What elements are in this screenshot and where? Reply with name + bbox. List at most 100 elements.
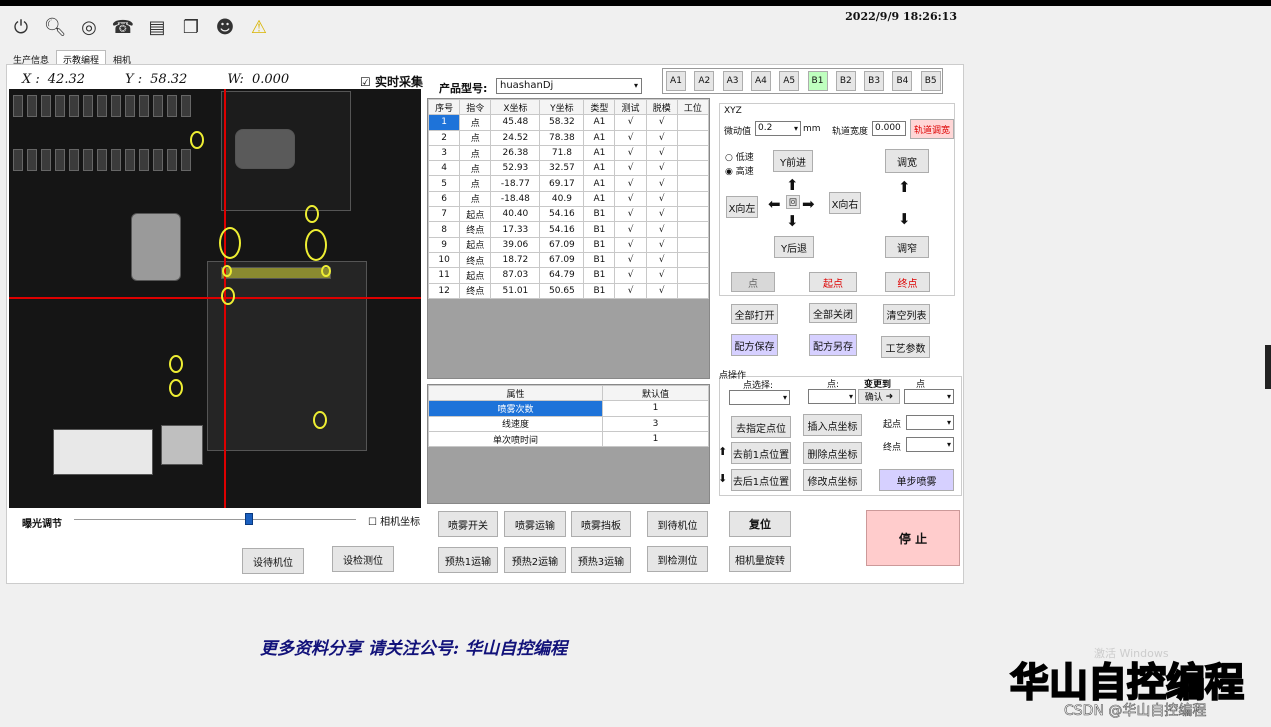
table-cell[interactable]: √ <box>645 190 678 208</box>
y-forward-button[interactable]: Y前进 <box>773 150 813 172</box>
track-adjust-button[interactable]: 轨道调宽 <box>910 119 954 139</box>
table-cell[interactable]: -18.48 <box>490 190 541 208</box>
table-cell[interactable]: 点 <box>459 129 492 146</box>
to-wait-button[interactable]: 到待机位 <box>647 511 708 537</box>
camera-icon[interactable]: ◎ <box>76 14 102 40</box>
close-all-button[interactable]: 全部关闭 <box>809 303 857 323</box>
stop-button[interactable]: 停 止 <box>866 510 960 566</box>
track-input[interactable]: 0.000 <box>872 121 906 136</box>
jog-select[interactable]: 0.2 ▾ <box>755 121 801 136</box>
delete-point-button[interactable]: 删除点坐标 <box>803 442 862 464</box>
table-cell[interactable]: 起点 <box>459 267 492 284</box>
table-cell[interactable]: 1 <box>427 114 461 131</box>
props-cell[interactable]: 单次喷时间 <box>427 430 604 448</box>
table-cell[interactable]: √ <box>614 144 647 162</box>
reset-button[interactable]: 复位 <box>729 511 791 537</box>
confirm-button[interactable]: 确认 ➜ <box>858 389 900 404</box>
search-icon[interactable]: 🔍︎ <box>42 14 68 40</box>
to-check-button[interactable]: 到检测位 <box>647 546 708 572</box>
table-cell[interactable]: B1 <box>583 236 616 253</box>
table-cell[interactable] <box>676 236 710 253</box>
warning-icon[interactable]: ⚠ <box>246 14 272 40</box>
props-cell[interactable]: 线速度 <box>427 415 604 432</box>
preheat2-button[interactable]: 预热2运输 <box>504 547 566 573</box>
props-row[interactable]: 喷雾次数 1 <box>427 400 709 417</box>
clear-list-button[interactable]: 清空列表 <box>883 304 930 324</box>
set-wait-button[interactable]: 设待机位 <box>242 548 304 574</box>
table-cell[interactable]: √ <box>645 282 678 299</box>
table-cell[interactable]: √ <box>614 160 647 177</box>
axis-button-a2[interactable]: A2 <box>694 71 715 91</box>
column-header[interactable]: X坐标 <box>490 98 541 116</box>
table-cell[interactable]: 终点 <box>459 251 492 269</box>
table-cell[interactable]: 点 <box>459 160 492 177</box>
table-row[interactable]: 10 终点 18.72 67.09 B1 √ √ <box>427 251 710 269</box>
table-cell[interactable]: 51.01 <box>490 282 541 299</box>
table-cell[interactable]: √ <box>614 114 647 131</box>
user-icon[interactable]: ☻ <box>212 14 238 40</box>
widen-button[interactable]: 调宽 <box>885 149 929 173</box>
table-cell[interactable]: 5 <box>427 175 461 192</box>
table-cell[interactable]: √ <box>645 206 678 223</box>
table-cell[interactable]: B1 <box>583 282 616 299</box>
prev-point-button[interactable]: 去前1点位置 <box>731 442 791 464</box>
table-cell[interactable]: 69.17 <box>539 175 585 192</box>
table-cell[interactable]: √ <box>645 129 678 146</box>
exposure-slider[interactable] <box>74 519 356 523</box>
table-cell[interactable]: √ <box>614 206 647 223</box>
table-cell[interactable]: 18.72 <box>490 251 541 269</box>
phone-icon[interactable]: ☎ <box>110 14 136 40</box>
product-select[interactable]: huashanDj ▾ <box>496 78 642 94</box>
low-speed-radio[interactable]: ○ 低速 <box>725 150 754 163</box>
end-type-button[interactable]: 终点 <box>885 272 930 292</box>
table-cell[interactable] <box>676 160 710 177</box>
preheat3-button[interactable]: 预热3运输 <box>571 547 631 573</box>
table-cell[interactable]: 点 <box>459 175 492 192</box>
table-row[interactable]: 3 点 26.38 71.8 A1 √ √ <box>427 144 710 162</box>
y-back-button[interactable]: Y后退 <box>774 236 814 258</box>
next-point-button[interactable]: 去后1点位置 <box>731 469 791 491</box>
table-cell[interactable]: 3 <box>427 144 461 162</box>
table-cell[interactable]: 点 <box>459 190 492 208</box>
table-cell[interactable] <box>676 267 710 284</box>
table-cell[interactable]: B1 <box>583 221 616 238</box>
table-cell[interactable]: √ <box>645 175 678 192</box>
table-cell[interactable]: 45.48 <box>490 114 541 131</box>
table-cell[interactable]: 终点 <box>459 221 492 238</box>
table-cell[interactable]: 71.8 <box>539 144 585 162</box>
set-check-button[interactable]: 设检测位 <box>332 546 394 572</box>
table-cell[interactable] <box>676 190 710 208</box>
x-right-button[interactable]: X向右 <box>829 192 861 214</box>
arrow-up-icon[interactable]: ⬆ <box>786 176 799 194</box>
table-row[interactable]: 5 点 -18.77 69.17 A1 √ √ <box>427 175 710 192</box>
table-cell[interactable]: A1 <box>583 114 616 131</box>
table-row[interactable]: 1 点 45.48 58.32 A1 √ √ <box>427 114 710 131</box>
table-cell[interactable]: √ <box>645 267 678 284</box>
table-cell[interactable]: √ <box>645 144 678 162</box>
table-cell[interactable] <box>676 129 710 146</box>
target-point-dropdown[interactable]: ▾ <box>904 389 954 404</box>
point-type-button[interactable]: 点 <box>731 272 775 292</box>
insert-point-button[interactable]: 插入点坐标 <box>803 414 862 436</box>
table-row[interactable]: 7 起点 40.40 54.16 B1 √ √ <box>427 206 710 223</box>
go-point-button[interactable]: 去指定点位 <box>731 416 791 438</box>
axis-button-b4[interactable]: B4 <box>892 71 913 91</box>
table-cell[interactable]: 50.65 <box>539 282 585 299</box>
printer-icon[interactable]: ▤ <box>144 14 170 40</box>
table-cell[interactable]: 54.16 <box>539 206 585 223</box>
table-cell[interactable]: √ <box>614 236 647 253</box>
table-cell[interactable]: 78.38 <box>539 129 585 146</box>
spray-run-button[interactable]: 喷雾运输 <box>504 511 566 537</box>
props-cell[interactable]: 1 <box>602 430 709 448</box>
column-header[interactable]: 序号 <box>427 98 461 116</box>
start-dropdown[interactable]: ▾ <box>906 415 954 430</box>
end-dropdown[interactable]: ▾ <box>906 437 954 452</box>
save-recipe-as-button[interactable]: 配方另存 <box>809 334 857 356</box>
table-cell[interactable]: 8 <box>427 221 461 238</box>
table-cell[interactable]: -18.77 <box>490 175 541 192</box>
table-cell[interactable]: 点 <box>459 144 492 162</box>
table-cell[interactable]: √ <box>614 267 647 284</box>
camera-rotate-button[interactable]: 相机量旋转 <box>729 546 791 572</box>
table-cell[interactable]: √ <box>614 221 647 238</box>
arrow-right-icon[interactable]: ➡ <box>802 195 815 213</box>
